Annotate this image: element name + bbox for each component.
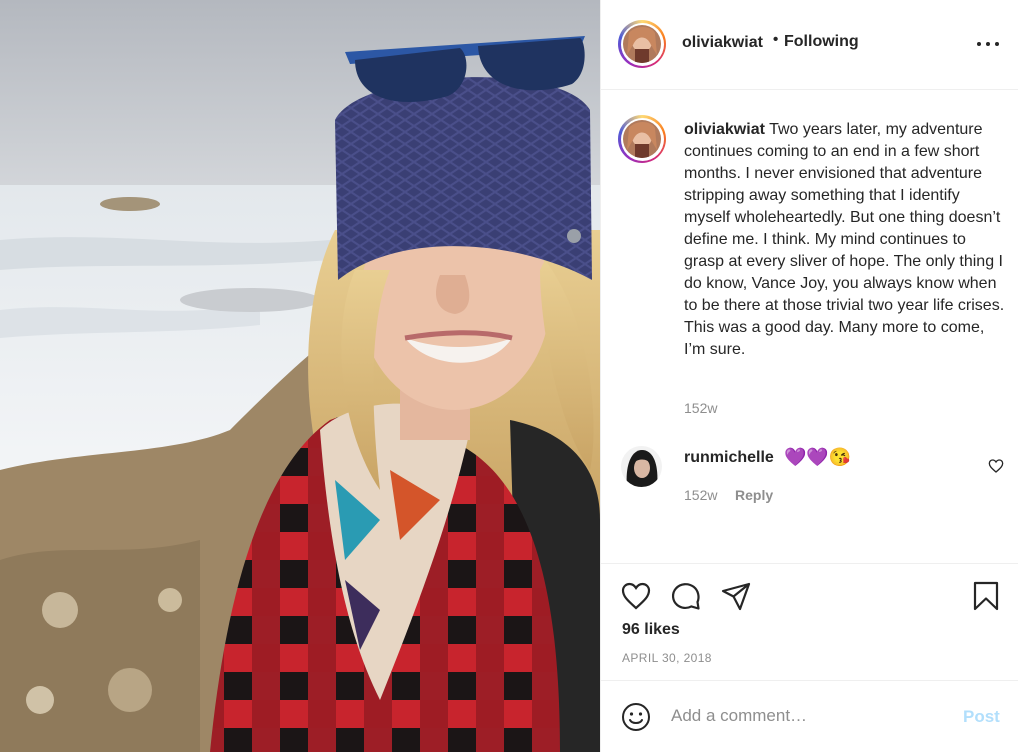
more-dot [995,42,999,46]
following-button[interactable]: Following [784,33,859,51]
commenter-username[interactable]: runmichelle [684,449,774,467]
bookmark-icon[interactable] [970,580,1002,612]
commenter-avatar[interactable] [621,446,662,487]
caption-text: oliviakwiat Two years later, my adventur… [684,119,1006,361]
post-header: oliviakwiat • Following [601,0,1018,90]
avatar-image [623,120,661,158]
author-username[interactable]: oliviakwiat [682,34,763,52]
post-side-panel: oliviakwiat • Following oliviakwiat Two … [600,0,1018,752]
post-photo-image [0,0,600,752]
comment-reply-button[interactable]: Reply [735,487,773,503]
emoji-icon[interactable] [621,702,651,732]
comment-text: 💜💜😘 [784,447,852,467]
comment-timestamp[interactable]: 152w [684,487,717,503]
comment-like-heart-icon[interactable] [988,458,1004,474]
post-comment-button[interactable]: Post [963,707,1000,727]
more-dot [977,42,981,46]
share-icon[interactable] [720,580,752,612]
author-avatar[interactable] [618,20,666,68]
caption-author-avatar[interactable] [618,115,666,163]
caption-timestamp[interactable]: 152w [684,400,717,416]
avatar-image [623,25,661,63]
likes-count[interactable]: 96 likes [622,621,680,639]
header-separator: • [773,31,779,48]
like-heart-icon[interactable] [620,580,652,612]
more-dot [986,42,990,46]
post-date[interactable]: APRIL 30, 2018 [622,651,712,665]
caption-username[interactable]: oliviakwiat [684,121,765,138]
add-comment-input[interactable] [671,703,951,729]
comment-icon[interactable] [670,580,702,612]
more-options-icon[interactable] [977,34,999,54]
add-comment-bar: Post [601,680,1018,752]
caption-body: Two years later, my adventure continues … [684,121,1005,358]
avatar-image [621,446,662,487]
post-photo[interactable] [0,0,600,752]
